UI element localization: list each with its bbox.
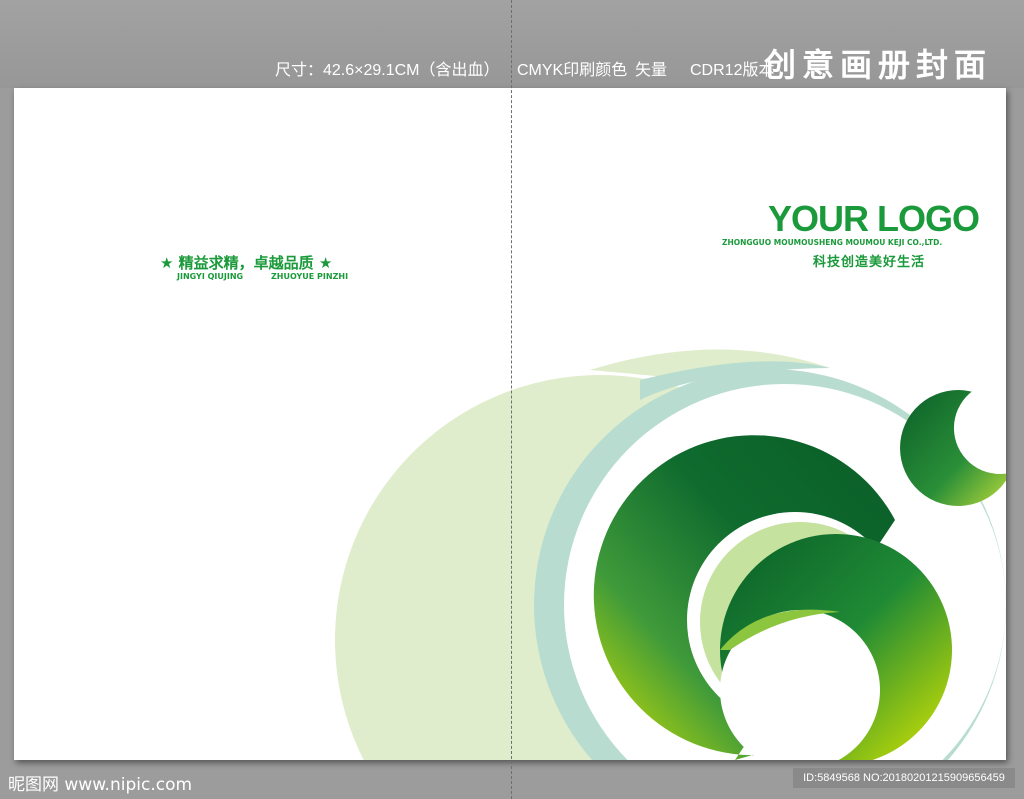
slogan-pinyin-2: ZHUOYUE PINZHI xyxy=(271,272,349,281)
spec-version: CDR12版本 xyxy=(690,62,775,79)
spec-color: CMYK印刷颜色 xyxy=(517,62,628,79)
company-name: ZHONGGUO MOUMOUSHENG MOUMOU KEJI CO.,LTD… xyxy=(722,238,943,247)
slogan: ★ 精益求精，卓越品质 ★ xyxy=(160,254,333,272)
tagline: 科技创造美好生活 xyxy=(813,255,926,270)
decorative-swirl-graphic xyxy=(335,349,1006,760)
slogan-pinyin-1: JINGYI QIUJING xyxy=(177,272,244,281)
watermark: 昵图网 www.nipic.com xyxy=(8,775,193,795)
brochure-cover: ★ 精益求精，卓越品质 ★ JINGYI QIUJING ZHUOYUE PIN… xyxy=(14,88,1006,760)
design-title: 创意画册封面 xyxy=(764,46,993,84)
spec-vector: 矢量 xyxy=(635,62,668,79)
spec-size: 尺寸：42.6×29.1CM（含出血） xyxy=(275,62,500,79)
fold-line-divider xyxy=(511,0,512,799)
image-id-label: ID:5849568 NO:20180201215909656459 xyxy=(793,768,1015,788)
logo-text: YOUR LOGO xyxy=(768,198,980,239)
top-info-bar: 尺寸：42.6×29.1CM（含出血） CMYK印刷颜色 矢量 CDR12版本 … xyxy=(0,0,1024,88)
